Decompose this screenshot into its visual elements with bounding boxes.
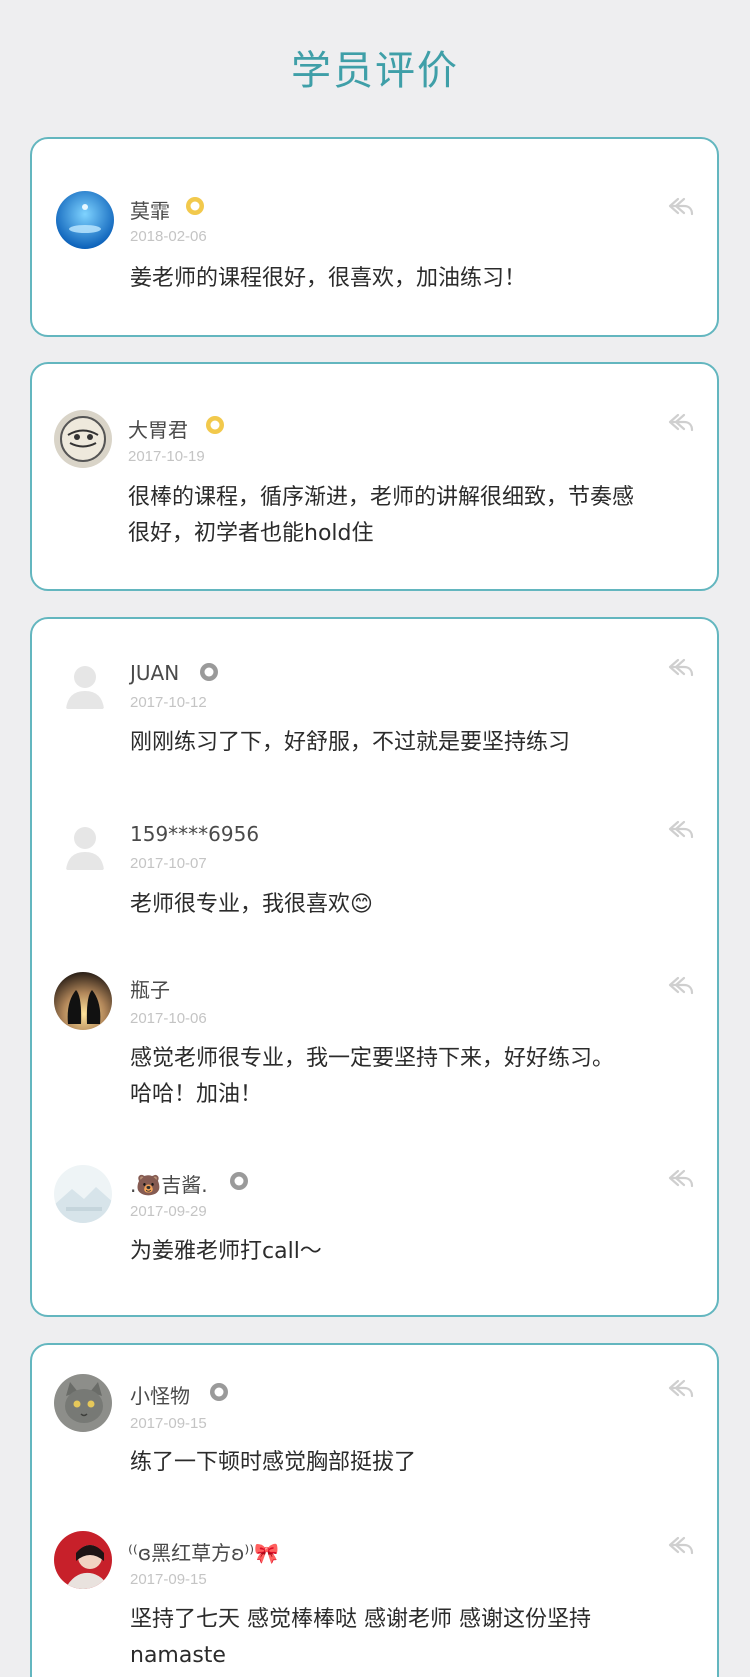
avatar[interactable] bbox=[54, 410, 112, 468]
review-card: 大胃君 2017-10-19 很棒的课程，循序渐进，老师的讲解很细致，节奏感 很… bbox=[30, 362, 719, 591]
reviewer-name: 大胃君 bbox=[128, 418, 188, 442]
reply-icon[interactable] bbox=[667, 656, 695, 678]
review-text: 很棒的课程，循序渐进，老师的讲解很细致，节奏感 很好，初学者也能hold住 bbox=[128, 485, 635, 546]
vip-badge-icon bbox=[206, 416, 224, 434]
reviewer-name: ⁽⁽ɞ黑红草方ʚ⁾⁾🎀 bbox=[128, 1541, 280, 1565]
reviewer-name: .🐻吉酱. bbox=[130, 1173, 208, 1197]
reply-icon[interactable] bbox=[667, 195, 695, 217]
review-date: 2017-10-07 bbox=[130, 855, 207, 872]
vip-badge-icon bbox=[230, 1172, 248, 1190]
default-avatar-icon[interactable] bbox=[56, 657, 114, 715]
reviewer-name: 159****6956 bbox=[130, 822, 260, 846]
default-avatar-icon[interactable] bbox=[56, 818, 114, 876]
review-card: 小怪物 2017-09-15 练了一下顿时感觉胸部挺拔了 ⁽⁽ɞ黑红草方ʚ⁾⁾🎀… bbox=[30, 1343, 719, 1677]
review-card: JUAN 2017-10-12 刚刚练习了下，好舒服，不过就是要坚持练习 159… bbox=[30, 617, 719, 1317]
reply-icon[interactable] bbox=[667, 411, 695, 433]
reviewer-name: 瓶子 bbox=[130, 978, 170, 1002]
avatar[interactable] bbox=[54, 1165, 112, 1223]
avatar[interactable] bbox=[54, 1374, 112, 1432]
review-date: 2017-10-06 bbox=[130, 1010, 207, 1027]
reviewer-name: 小怪物 bbox=[130, 1384, 190, 1408]
review-card: 莫霏 2018-02-06 姜老师的课程很好，很喜欢，加油练习！ bbox=[30, 137, 719, 337]
review-text: 刚刚练习了下，好舒服，不过就是要坚持练习 bbox=[130, 730, 571, 755]
avatar[interactable] bbox=[56, 191, 114, 249]
reply-icon[interactable] bbox=[667, 1377, 695, 1399]
avatar[interactable] bbox=[54, 1531, 112, 1589]
reviewer-name: JUAN bbox=[130, 661, 180, 685]
reply-icon[interactable] bbox=[667, 1167, 695, 1189]
reply-icon[interactable] bbox=[667, 1534, 695, 1556]
review-text: 坚持了七天 感觉棒棒哒 感谢老师 感谢这份坚持 namaste bbox=[130, 1607, 591, 1668]
vip-badge-icon bbox=[186, 197, 204, 215]
review-text: 老师很专业，我很喜欢😊 bbox=[130, 892, 373, 917]
review-date: 2017-09-29 bbox=[130, 1203, 207, 1220]
page-title: 学员评价 bbox=[291, 48, 459, 94]
review-date: 2018-02-06 bbox=[130, 228, 207, 245]
review-text: 姜老师的课程很好，很喜欢，加油练习！ bbox=[130, 266, 527, 291]
review-date: 2017-10-19 bbox=[128, 448, 205, 465]
reply-icon[interactable] bbox=[667, 974, 695, 996]
avatar[interactable] bbox=[54, 972, 112, 1030]
review-date: 2017-09-15 bbox=[130, 1415, 207, 1432]
review-text: 练了一下顿时感觉胸部挺拔了 bbox=[130, 1450, 417, 1475]
reviewer-name: 莫霏 bbox=[130, 199, 170, 223]
review-text: 感觉老师很专业，我一定要坚持下来，好好练习。 哈哈！加油！ bbox=[130, 1046, 615, 1107]
review-text: 为姜雅老师打call～ bbox=[130, 1239, 322, 1264]
reply-icon[interactable] bbox=[667, 818, 695, 840]
review-date: 2017-09-15 bbox=[130, 1571, 207, 1588]
vip-badge-icon bbox=[200, 663, 218, 681]
review-date: 2017-10-12 bbox=[130, 694, 207, 711]
vip-badge-icon bbox=[210, 1383, 228, 1401]
